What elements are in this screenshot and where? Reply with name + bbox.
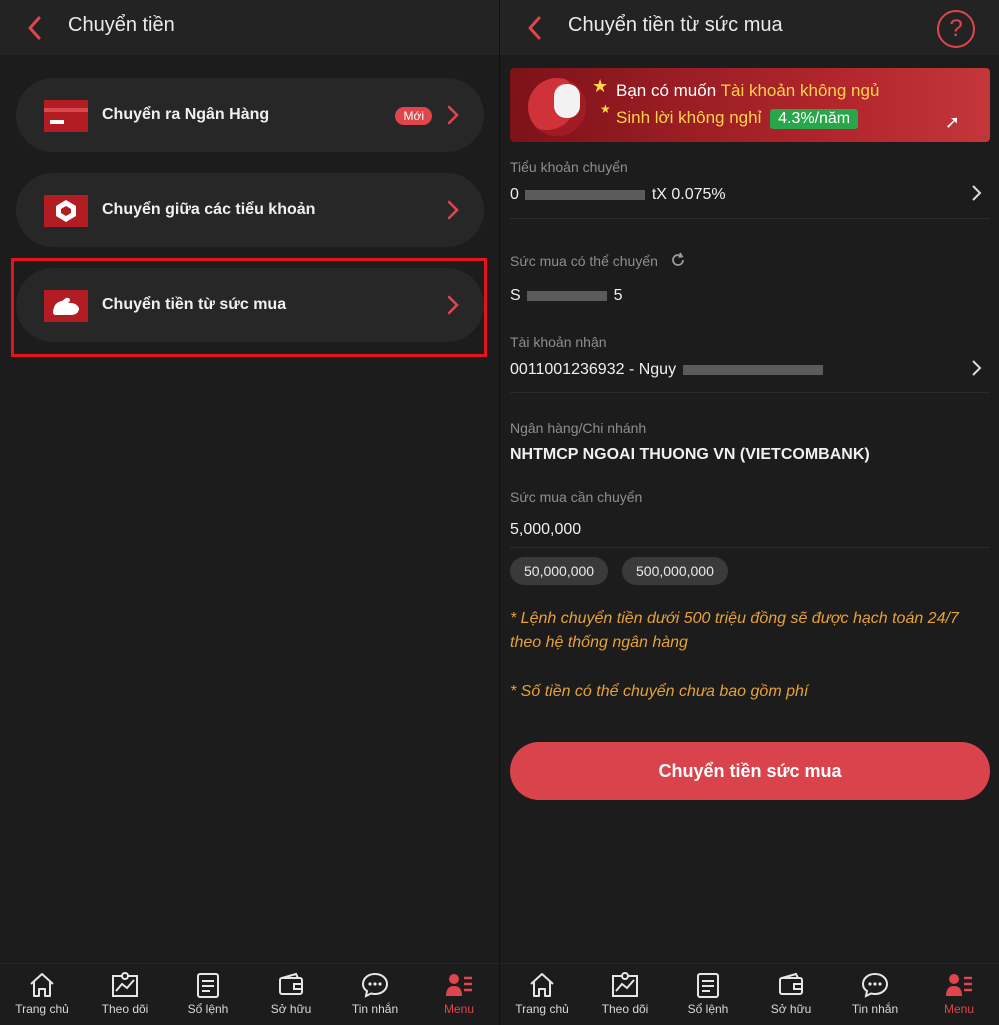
quick-amount-chip[interactable]: 500,000,000 <box>622 557 728 585</box>
wallet-icon <box>779 972 803 995</box>
redacted-mask <box>527 290 608 301</box>
bank-label: Ngân hàng/Chi nhánh <box>510 420 647 436</box>
selection-highlight <box>11 258 487 357</box>
chat-icon <box>861 972 889 998</box>
quick-amount-chip[interactable]: 50,000,000 <box>510 557 609 585</box>
star-icon: ★ <box>600 102 611 116</box>
sub-account-box-icon <box>44 195 88 227</box>
value-text: 5 <box>613 287 623 304</box>
banner-highlight: Tài khoản không ngủ <box>720 81 880 100</box>
receiver-label: Tài khoản nhận <box>510 334 607 350</box>
tab-home[interactable]: Trang chủ <box>7 970 77 1016</box>
star-icon: ★ <box>592 76 609 96</box>
tab-label: Trang chủ <box>515 1002 569 1016</box>
astronaut-illustration <box>554 84 580 118</box>
chart-watch-icon <box>112 972 138 997</box>
help-button[interactable]: ? <box>937 10 975 48</box>
tab-label: Trang chủ <box>15 1002 69 1016</box>
tab-messages[interactable]: Tin nhắn <box>840 970 910 1016</box>
refresh-icon[interactable] <box>670 252 686 268</box>
bank-card-icon <box>44 100 88 132</box>
amount-input[interactable]: 5,000,000 <box>510 521 581 539</box>
chevron-right-icon <box>447 105 459 125</box>
receiver-value[interactable]: 0011001236932 - Nguy <box>510 361 825 379</box>
order-book-icon <box>697 973 719 998</box>
menu-item-transfer-to-bank[interactable]: Chuyển ra Ngân Hàng Mới <box>16 78 484 152</box>
source-account-value[interactable]: 0 tX 0.075% <box>510 186 726 204</box>
divider <box>510 547 990 548</box>
tab-home[interactable]: Trang chủ <box>507 970 577 1016</box>
menu-item-transfer-between-subaccounts[interactable]: Chuyển giữa các tiểu khoản <box>16 173 484 247</box>
available-value: S 5 <box>510 287 622 305</box>
redacted-mask <box>525 189 646 200</box>
banner-text: Bạn có muốn <box>616 81 717 100</box>
tab-watchlist[interactable]: Theo dõi <box>90 970 160 1016</box>
tab-holdings[interactable]: Sở hữu <box>256 970 326 1016</box>
chevron-right-icon[interactable] <box>971 184 983 202</box>
tab-label: Theo dõi <box>101 1002 149 1016</box>
chart-watch-icon <box>612 972 638 997</box>
order-book-icon <box>197 973 219 998</box>
tab-label: Sở hữu <box>270 1002 312 1016</box>
banner-line-2: Sinh lời không nghỉ 4.3%/năm <box>616 108 859 129</box>
tab-label: Tin nhắn <box>351 1002 399 1016</box>
left-screen: Chuyển tiền Chuyển ra Ngân Hàng Mới Chuy… <box>0 0 499 1025</box>
chat-icon <box>361 972 389 998</box>
banner-text: Sinh lời không nghỉ <box>616 108 762 127</box>
home-icon <box>30 973 54 997</box>
menu-item-label: Chuyển ra Ngân Hàng <box>102 106 270 123</box>
tab-order-book[interactable]: Sổ lệnh <box>673 970 743 1016</box>
right-screen: Chuyển tiền từ sức mua ? ★ ★ Bạn có muốn… <box>500 0 999 1025</box>
value-text: S <box>510 287 521 304</box>
tab-label: Theo dõi <box>601 1002 649 1016</box>
chevron-right-icon[interactable] <box>971 359 983 377</box>
tab-messages[interactable]: Tin nhắn <box>340 970 410 1016</box>
header-bar: Chuyển tiền từ sức mua ? <box>500 0 999 56</box>
transfer-button[interactable]: Chuyển tiền sức mua <box>510 742 990 800</box>
value-text: 0011001236932 - Nguy <box>510 361 677 378</box>
redacted-mask <box>682 364 823 375</box>
tab-holdings[interactable]: Sở hữu <box>756 970 826 1016</box>
value-text: tX 0.075% <box>651 186 726 203</box>
banner-line-1: Bạn có muốn Tài khoản không ngủ <box>616 81 879 101</box>
chevron-right-icon <box>447 200 459 220</box>
divider <box>510 218 990 219</box>
back-arrow-icon[interactable] <box>522 14 548 42</box>
available-label: Sức mua có thể chuyển <box>510 253 658 269</box>
note-text: * Lệnh chuyển tiền dưới 500 triệu đồng s… <box>510 610 959 651</box>
bank-value: NHTMCP NGOAI THUONG VN (VIETCOMBANK) <box>510 446 870 463</box>
new-badge: Mới <box>395 107 432 125</box>
wallet-icon <box>279 972 303 995</box>
home-icon <box>530 973 554 997</box>
menu-user-icon <box>946 974 972 996</box>
tab-label: Tin nhắn <box>851 1002 899 1016</box>
note-text: * Số tiền có thể chuyển chưa bao gồm phí <box>510 683 809 700</box>
bottom-tab-bar: Trang chủ Theo dõi Sổ lệnh Sở hữu Tin nh… <box>0 963 499 1025</box>
bottom-tab-bar: Trang chủ Theo dõi Sổ lệnh Sở hữu Tin nh… <box>500 963 999 1025</box>
promo-banner[interactable]: ★ ★ Bạn có muốn Tài khoản không ngủ Sinh… <box>510 68 990 142</box>
tab-menu[interactable]: Menu <box>924 970 994 1016</box>
tab-watchlist[interactable]: Theo dõi <box>590 970 660 1016</box>
tab-label: Menu <box>443 1002 475 1016</box>
click-cursor-icon: ➚ <box>944 112 960 132</box>
tab-menu[interactable]: Menu <box>424 970 494 1016</box>
menu-user-icon <box>446 974 472 996</box>
amount-label: Sức mua cần chuyển <box>510 489 643 505</box>
page-title: Chuyển tiền <box>68 14 175 36</box>
tab-label: Sổ lệnh <box>687 1002 729 1016</box>
rate-badge: 4.3%/năm <box>770 109 859 129</box>
back-arrow-icon[interactable] <box>22 14 48 42</box>
tab-label: Sổ lệnh <box>187 1002 229 1016</box>
page-title: Chuyển tiền từ sức mua <box>568 14 783 36</box>
header-bar: Chuyển tiền <box>0 0 499 56</box>
value-text: 0 <box>510 186 519 203</box>
tab-label: Menu <box>943 1002 975 1016</box>
divider <box>510 392 990 393</box>
menu-item-label: Chuyển giữa các tiểu khoản <box>102 201 316 218</box>
source-account-label: Tiểu khoản chuyển <box>510 159 628 175</box>
tab-label: Sở hữu <box>770 1002 812 1016</box>
tab-order-book[interactable]: Sổ lệnh <box>173 970 243 1016</box>
